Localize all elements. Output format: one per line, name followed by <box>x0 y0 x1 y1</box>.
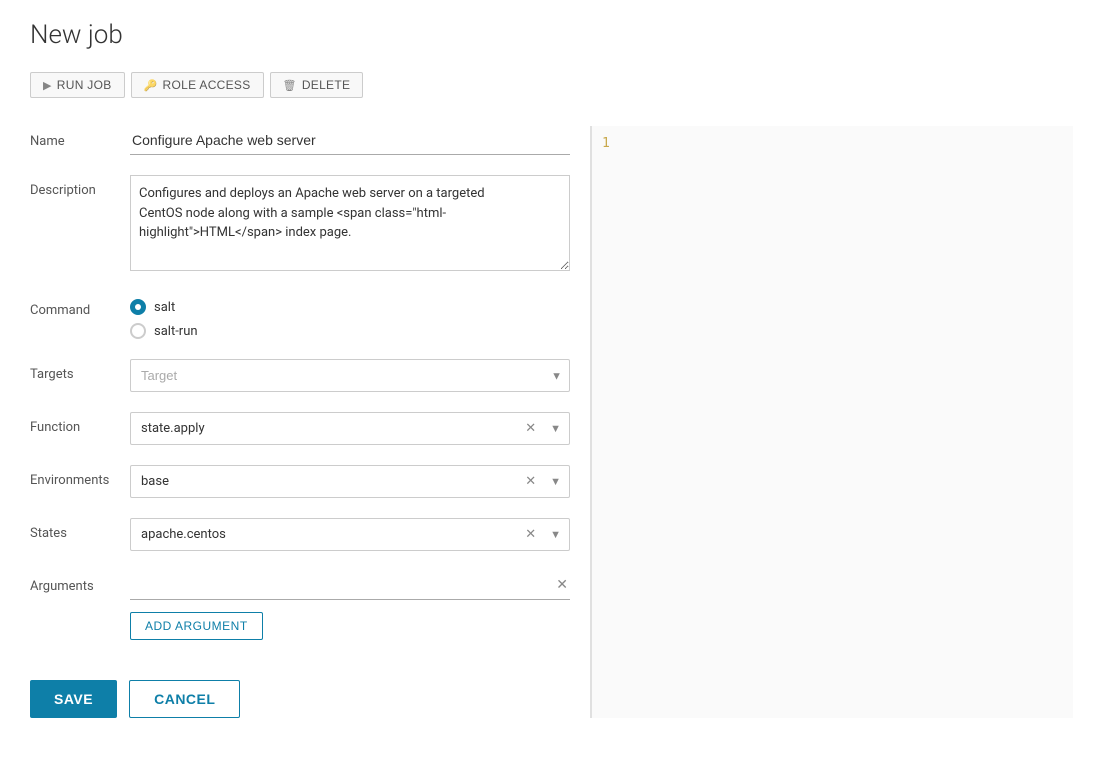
function-row: Function state.apply ✕ ▼ <box>30 412 570 445</box>
function-select-wrapper: state.apply ✕ ▼ <box>130 412 570 445</box>
page-title: New job <box>30 20 1073 50</box>
arguments-clear-icon[interactable]: ✕ <box>556 577 568 593</box>
targets-select-wrapper: Target ▼ <box>130 359 570 392</box>
form-left: Name Description Configures and deploys … <box>30 126 590 718</box>
cancel-button[interactable]: CANCEL <box>129 680 240 718</box>
states-label: States <box>30 518 130 541</box>
form-area: Name Description Configures and deploys … <box>30 126 1073 718</box>
environments-label: Environments <box>30 465 130 488</box>
description-row: Description Configures and deploys an Ap… <box>30 175 570 275</box>
environments-clear-icon[interactable]: ✕ <box>519 474 542 489</box>
arguments-input[interactable] <box>130 571 570 600</box>
role-access-button[interactable]: 🔑 ROLE ACCESS <box>131 72 264 98</box>
targets-label: Targets <box>30 359 130 382</box>
function-control: state.apply ✕ ▼ <box>130 412 570 445</box>
function-label: Function <box>30 412 130 435</box>
states-clear-icon[interactable]: ✕ <box>519 527 542 542</box>
targets-control: Target ▼ <box>130 359 570 392</box>
command-radio-group: salt salt-run <box>130 295 570 339</box>
editor-panel: 1 <box>590 126 1073 718</box>
states-value: apache.centos <box>131 519 519 550</box>
function-dropdown-icon[interactable]: ▼ <box>542 422 569 435</box>
function-value: state.apply <box>131 413 519 444</box>
name-control <box>130 126 570 155</box>
arguments-label: Arguments <box>30 571 130 594</box>
states-dropdown-icon[interactable]: ▼ <box>542 528 569 541</box>
radio-salt-circle <box>130 299 146 315</box>
environments-control: base ✕ ▼ <box>130 465 570 498</box>
description-control: Configures and deploys an Apache web ser… <box>130 175 570 275</box>
role-access-icon: 🔑 <box>144 79 158 92</box>
radio-salt-run[interactable]: salt-run <box>130 323 570 339</box>
save-button[interactable]: SAVE <box>30 680 117 718</box>
environments-value: base <box>131 466 519 497</box>
states-control: apache.centos ✕ ▼ <box>130 518 570 551</box>
radio-salt-run-circle <box>130 323 146 339</box>
function-clear-icon[interactable]: ✕ <box>519 421 542 436</box>
command-row: Command salt salt-run <box>30 295 570 339</box>
name-label: Name <box>30 126 130 149</box>
radio-salt-run-label: salt-run <box>154 324 198 339</box>
name-input[interactable] <box>130 126 570 155</box>
command-label: Command <box>30 295 130 318</box>
delete-icon: 🗑 <box>283 79 297 92</box>
run-job-icon: ▶ <box>43 79 52 92</box>
add-argument-area: ADD ARGUMENT <box>30 612 570 640</box>
states-select-wrapper: apache.centos ✕ ▼ <box>130 518 570 551</box>
name-row: Name <box>30 126 570 155</box>
description-input[interactable]: Configures and deploys an Apache web ser… <box>130 175 570 271</box>
toolbar: ▶ RUN JOB 🔑 ROLE ACCESS 🗑 DELETE <box>30 72 1073 98</box>
radio-salt-label: salt <box>154 300 175 315</box>
add-argument-button[interactable]: ADD ARGUMENT <box>130 612 263 640</box>
footer-buttons: SAVE CANCEL <box>30 680 570 718</box>
arguments-row: Arguments ✕ <box>30 571 570 600</box>
page-container: New job ▶ RUN JOB 🔑 ROLE ACCESS 🗑 DELETE… <box>0 0 1103 762</box>
line-number: 1 <box>602 136 610 151</box>
environments-dropdown-icon[interactable]: ▼ <box>542 475 569 488</box>
run-job-button[interactable]: ▶ RUN JOB <box>30 72 125 98</box>
command-control: salt salt-run <box>130 295 570 339</box>
environments-row: Environments base ✕ ▼ <box>30 465 570 498</box>
delete-button[interactable]: 🗑 DELETE <box>270 72 364 98</box>
environments-select-wrapper: base ✕ ▼ <box>130 465 570 498</box>
description-label: Description <box>30 175 130 198</box>
targets-select[interactable]: Target <box>130 359 570 392</box>
radio-salt[interactable]: salt <box>130 299 570 315</box>
targets-row: Targets Target ▼ <box>30 359 570 392</box>
states-row: States apache.centos ✕ ▼ <box>30 518 570 551</box>
arguments-control: ✕ <box>130 571 570 600</box>
